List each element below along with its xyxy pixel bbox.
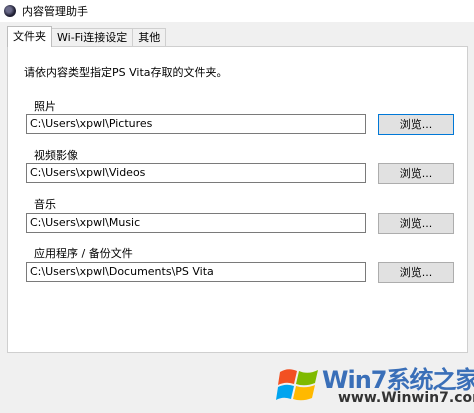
- videos-label: 视频影像: [34, 149, 78, 162]
- instruction-text: 请依内容类型指定PS Vita存取的文件夹。: [24, 66, 228, 79]
- photos-label: 照片: [34, 100, 56, 113]
- music-browse-button[interactable]: 浏览...: [378, 213, 454, 234]
- window-title: 内容管理助手: [22, 5, 88, 18]
- apps-backup-path-field[interactable]: [26, 262, 366, 282]
- apps-backup-browse-button[interactable]: 浏览...: [378, 262, 454, 283]
- windows-logo-icon: [276, 369, 318, 401]
- tab-strip: 文件夹 Wi-Fi连接设定 其他: [7, 26, 167, 47]
- app-icon: [4, 5, 16, 17]
- title-bar: 内容管理助手: [0, 0, 474, 22]
- tab-panel: [7, 46, 468, 353]
- apps-backup-label: 应用程序 / 备份文件: [34, 247, 133, 260]
- tab-folders[interactable]: 文件夹: [7, 26, 52, 47]
- music-path-field[interactable]: [26, 213, 366, 233]
- photos-path-field[interactable]: [26, 114, 366, 134]
- tab-other[interactable]: 其他: [132, 28, 167, 47]
- tab-wifi-settings[interactable]: Wi-Fi连接设定: [51, 28, 134, 47]
- videos-browse-button[interactable]: 浏览...: [378, 163, 454, 184]
- watermark: Win7系统之家 www.Winwin7.com: [276, 356, 474, 410]
- videos-path-field[interactable]: [26, 163, 366, 183]
- photos-browse-button[interactable]: 浏览...: [378, 114, 454, 135]
- music-label: 音乐: [34, 198, 56, 211]
- watermark-url: www.Winwin7.com: [338, 390, 474, 406]
